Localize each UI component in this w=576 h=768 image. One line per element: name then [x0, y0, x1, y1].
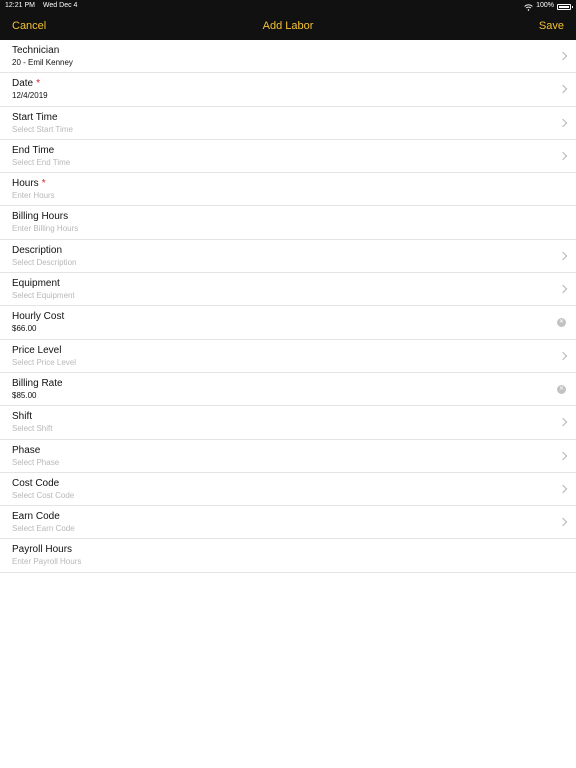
field-label-text: End Time	[12, 144, 55, 156]
field-value[interactable]: 12/4/2019	[12, 90, 576, 101]
field-placeholder[interactable]: Select End Time	[12, 157, 576, 168]
field-label: Hourly Cost	[12, 311, 576, 323]
field-label: Billing Hours	[12, 211, 576, 223]
field-value[interactable]: $66.00	[12, 323, 576, 334]
field-label-text: Description	[12, 244, 63, 256]
status-bar: 12:21 PM Wed Dec 4 100%	[0, 0, 576, 12]
field-label: Shift	[12, 411, 576, 423]
field-phase[interactable]: Phase Select Phase	[0, 440, 576, 473]
field-label: Hours *	[12, 178, 576, 190]
field-label-text: Cost Code	[12, 477, 60, 489]
field-start-time[interactable]: Start Time Select Start Time	[0, 107, 576, 140]
cancel-button[interactable]: Cancel	[12, 12, 46, 40]
field-placeholder[interactable]: Select Description	[12, 257, 576, 268]
field-description[interactable]: Description Select Description	[0, 240, 576, 274]
field-label: Description	[12, 245, 576, 257]
field-value[interactable]: $85.00	[12, 390, 576, 401]
field-label-text: Date	[12, 78, 34, 90]
field-label-text: Payroll Hours	[12, 544, 73, 556]
field-label: Billing Rate	[12, 378, 576, 390]
field-placeholder[interactable]: Enter Hours	[12, 190, 576, 201]
field-equipment[interactable]: Equipment Select Equipment	[0, 273, 576, 307]
field-placeholder[interactable]: Select Cost Code	[12, 490, 576, 501]
status-date: Wed Dec 4	[42, 2, 78, 9]
field-earn-code[interactable]: Earn Code Select Earn Code	[0, 506, 576, 540]
field-placeholder[interactable]: Select Price Level	[12, 357, 576, 368]
page-title: Add Labor	[262, 20, 314, 32]
field-price-level[interactable]: Price Level Select Price Level	[0, 340, 576, 373]
field-placeholder[interactable]: Enter Payroll Hours	[12, 556, 576, 567]
field-cost-code[interactable]: Cost Code Select Cost Code	[0, 473, 576, 507]
clear-circle-icon[interactable]: ✕	[557, 318, 566, 328]
field-hours[interactable]: Hours * Enter Hours	[0, 173, 576, 207]
nav-bar: Cancel Add Labor Save	[0, 12, 576, 40]
field-label-text: Hourly Cost	[12, 311, 65, 323]
field-label: Price Level	[12, 345, 576, 357]
labor-form: Technician 20 - Emil Kenney Date * 12/4/2019…	[0, 40, 576, 573]
status-left: 12:21 PM Wed Dec 4	[5, 0, 77, 12]
clear-circle-icon[interactable]: ✕	[557, 384, 566, 394]
field-label-text: Technician	[12, 45, 60, 56]
field-label: Date *	[12, 78, 576, 90]
field-label-text: Phase	[12, 444, 41, 456]
field-value[interactable]: 20 - Emil Kenney	[12, 57, 576, 68]
battery-percent: 100%	[536, 2, 554, 9]
field-label: Cost Code	[12, 478, 576, 490]
field-label-text: Shift	[12, 411, 33, 423]
field-placeholder[interactable]: Select Earn Code	[12, 523, 576, 534]
field-label: Earn Code	[12, 511, 576, 523]
field-label: Equipment	[12, 278, 576, 290]
field-billing-rate[interactable]: Billing Rate $85.00 ✕	[0, 373, 576, 407]
field-placeholder[interactable]: Select Start Time	[12, 124, 576, 135]
field-placeholder[interactable]: Select Equipment	[12, 290, 576, 301]
field-label-text: Hours	[12, 178, 39, 190]
status-time: 12:21 PM	[5, 2, 35, 9]
battery-icon	[557, 3, 573, 10]
field-end-time[interactable]: End Time Select End Time	[0, 140, 576, 174]
field-label: Start Time	[12, 112, 576, 124]
field-label: End Time	[12, 145, 576, 157]
field-label-text: Start Time	[12, 111, 58, 123]
field-label-text: Billing Hours	[12, 211, 69, 223]
field-label-text: Billing Rate	[12, 377, 63, 389]
field-placeholder[interactable]: Select Shift	[12, 423, 576, 434]
field-label-text: Price Level	[12, 344, 62, 356]
required-marker: *	[36, 78, 41, 90]
status-right: 100%	[524, 0, 573, 12]
field-label: Technician	[12, 45, 576, 57]
field-label: Phase	[12, 445, 576, 457]
field-billing-hours[interactable]: Billing Hours Enter Billing Hours	[0, 206, 576, 240]
field-shift[interactable]: Shift Select Shift	[0, 406, 576, 440]
field-placeholder[interactable]: Select Phase	[12, 457, 576, 468]
field-date[interactable]: Date * 12/4/2019	[0, 73, 576, 107]
required-marker: *	[41, 178, 46, 190]
field-technician[interactable]: Technician 20 - Emil Kenney	[0, 40, 576, 74]
field-label-text: Earn Code	[12, 511, 60, 523]
field-placeholder[interactable]: Enter Billing Hours	[12, 223, 576, 234]
save-button[interactable]: Save	[539, 12, 564, 40]
field-hourly-cost[interactable]: Hourly Cost $66.00 ✕	[0, 306, 576, 340]
field-label: Payroll Hours	[12, 544, 576, 556]
field-payroll-hours[interactable]: Payroll Hours Enter Payroll Hours	[0, 539, 576, 573]
wifi-icon	[524, 3, 533, 11]
field-label-text: Equipment	[12, 278, 60, 290]
